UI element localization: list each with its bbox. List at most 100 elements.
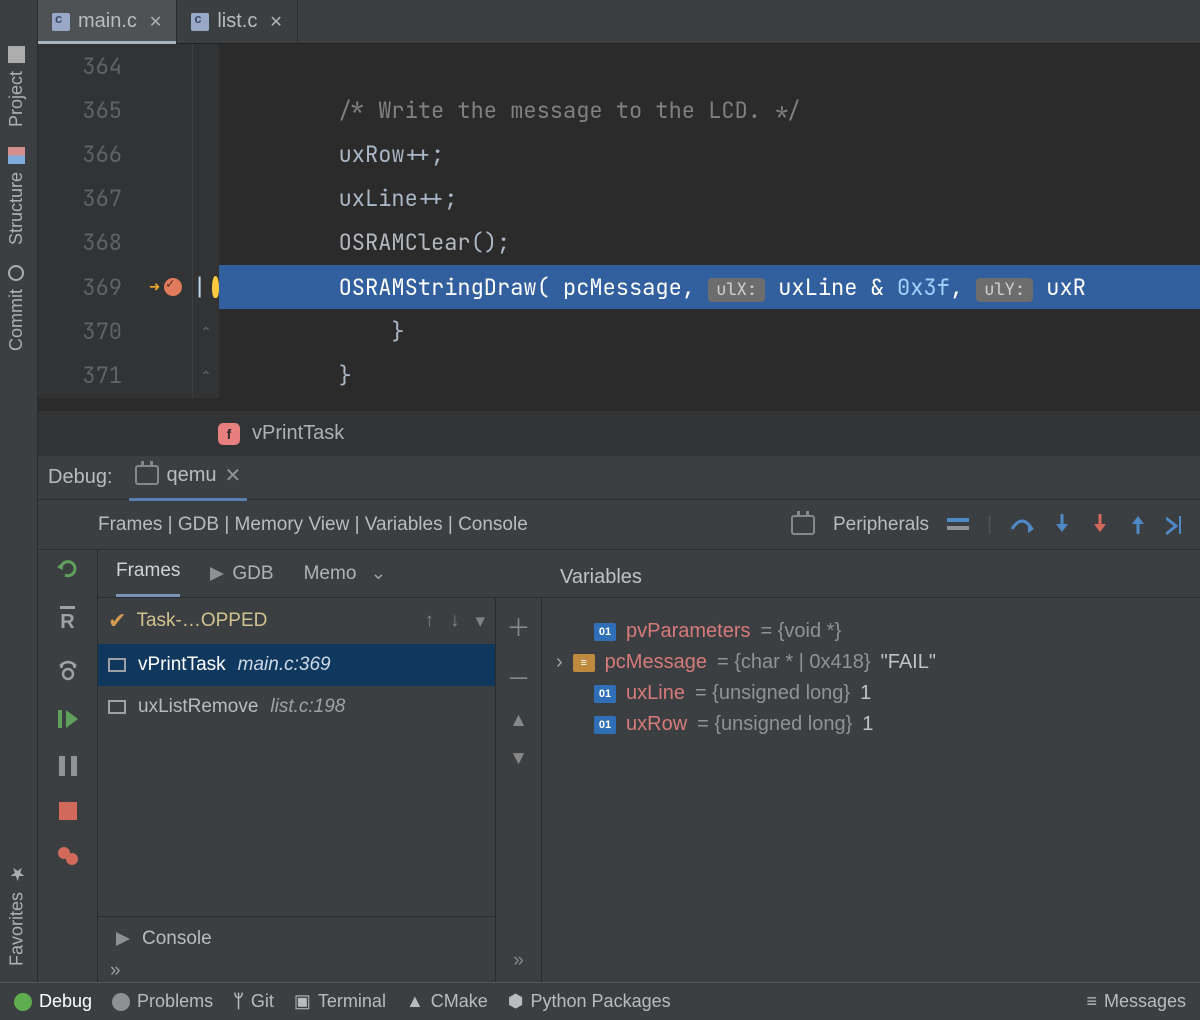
statusbar-python-packages[interactable]: ⬢Python Packages: [508, 991, 671, 1012]
code-line[interactable]: 366 uxRow++;: [38, 132, 1200, 176]
debug-actions-bar: R: [38, 550, 98, 982]
statusbar-problems[interactable]: Problems: [112, 991, 213, 1012]
code-line[interactable]: 370⌃ }: [38, 309, 1200, 353]
chevron-right-icon[interactable]: ›: [556, 651, 563, 674]
expand-icon[interactable]: »: [98, 960, 495, 982]
step-into-icon[interactable]: [1052, 514, 1072, 536]
toolwindow-favorites[interactable]: Favorites★: [0, 853, 34, 976]
c-file-icon: [191, 13, 209, 31]
console-collapsed[interactable]: Console: [98, 916, 495, 960]
force-step-into-icon[interactable]: [1090, 514, 1110, 536]
tab-frames[interactable]: Frames: [116, 560, 180, 597]
layout-labels[interactable]: Frames | GDB | Memory View | Variables |…: [98, 514, 528, 536]
tab-main-c[interactable]: main.c ✕: [38, 0, 177, 44]
code-line[interactable]: 364: [38, 44, 1200, 88]
commit-icon: [9, 265, 25, 281]
statusbar-debug[interactable]: Debug: [14, 991, 92, 1012]
prev-frame-icon[interactable]: ↑: [424, 610, 434, 633]
toolwindow-project[interactable]: Project: [0, 36, 33, 137]
run-to-cursor-icon[interactable]: [1166, 514, 1188, 536]
cmake-icon: ▲: [406, 991, 424, 1012]
statusbar-terminal[interactable]: ▣Terminal: [294, 991, 386, 1012]
messages-icon: ≡: [1086, 991, 1097, 1012]
debug-header: Debug: qemu ✕: [38, 456, 1200, 500]
fold-end-icon[interactable]: ⌃: [202, 366, 210, 384]
breadcrumb[interactable]: f vPrintTask: [38, 410, 1200, 456]
variable-row[interactable]: 01 pvParameters = {void *}: [556, 616, 1186, 647]
remove-watch-icon[interactable]: －: [507, 659, 531, 694]
left-toolwindow-strip: Project Structure Commit Favorites★ »: [0, 0, 38, 1020]
inlay-hint: ulX:: [708, 278, 765, 302]
stack-frame[interactable]: vPrintTask main.c:369: [98, 644, 495, 686]
frames-pane: ✔ Task-…OPPED ↑ ↓ ▾ vPrintTask main.c:36…: [98, 598, 496, 982]
stack-frame[interactable]: uxListRemove list.c:198: [98, 686, 495, 728]
run-config-tab[interactable]: qemu ✕: [129, 455, 248, 501]
resume-icon[interactable]: [58, 708, 78, 730]
expand-icon[interactable]: »: [513, 950, 524, 972]
stop-icon[interactable]: [59, 802, 77, 820]
step-out-icon[interactable]: [1128, 514, 1148, 536]
frame-icon: [108, 700, 126, 714]
debug-title: Debug:: [48, 466, 113, 489]
up-icon[interactable]: ▲: [509, 710, 528, 732]
variables-gutter: ＋ － ▲ ▼ »: [496, 598, 542, 982]
view-breakpoints-icon[interactable]: [57, 846, 79, 866]
variable-row[interactable]: 01 uxRow = {unsigned long} 1: [556, 709, 1186, 740]
function-badge-icon: f: [218, 423, 240, 445]
toolwindow-commit[interactable]: Commit: [0, 255, 33, 361]
terminal-icon: ▣: [294, 991, 311, 1012]
code-line[interactable]: 368 OSRAMClear();: [38, 221, 1200, 265]
code-line[interactable]: 371⌃ }: [38, 353, 1200, 397]
status-bar: Debug Problems ᛘGit ▣Terminal ▲CMake ⬢Python …: [0, 982, 1200, 1020]
layout-settings-icon[interactable]: [947, 516, 969, 534]
close-icon[interactable]: ✕: [225, 463, 242, 488]
execution-pointer-icon: ➜: [149, 276, 160, 299]
tab-label: list.c: [217, 10, 257, 33]
code-line[interactable]: 365 /* Write the message to the LCD. */: [38, 88, 1200, 132]
folder-icon: [8, 46, 25, 63]
tab-gdb[interactable]: GDB: [210, 563, 273, 597]
variable-row[interactable]: 01 uxLine = {unsigned long} 1: [556, 678, 1186, 709]
code-line[interactable]: 369➜| OSRAMStringDraw( pcMessage, ulX: u…: [38, 265, 1200, 309]
statusbar-git[interactable]: ᛘGit: [233, 991, 274, 1012]
next-frame-icon[interactable]: ↓: [450, 610, 460, 633]
tab-list-c[interactable]: list.c ✕: [177, 0, 297, 44]
editor-tabbar: main.c ✕ list.c ✕: [38, 0, 1200, 44]
restart-frame-icon[interactable]: R: [60, 606, 74, 634]
settings-icon[interactable]: [57, 660, 79, 682]
rerun-icon[interactable]: [57, 558, 79, 580]
code-line[interactable]: 367 uxLine++;: [38, 177, 1200, 221]
breakpoint-icon[interactable]: [164, 278, 182, 296]
chip-icon: [135, 465, 159, 485]
fold-end-icon[interactable]: ⌃: [202, 322, 210, 340]
chip-icon: [791, 515, 815, 535]
debug-toolwindow: Debug: qemu ✕ Frames | GDB | Memory View…: [38, 456, 1200, 982]
statusbar-cmake[interactable]: ▲CMake: [406, 991, 488, 1012]
pause-icon[interactable]: [59, 756, 77, 776]
star-icon: ★: [6, 863, 28, 884]
tab-memory[interactable]: Memo⌄: [304, 562, 387, 597]
branch-icon: ᛘ: [233, 991, 244, 1012]
chevron-down-icon: ⌄: [370, 562, 386, 585]
step-over-icon[interactable]: [1010, 515, 1034, 535]
c-file-icon: [52, 13, 70, 31]
debugger-layout-bar: Frames | GDB | Memory View | Variables |…: [38, 500, 1200, 550]
primitive-badge-icon: 01: [594, 716, 616, 734]
down-icon[interactable]: ▼: [509, 748, 528, 770]
variable-row[interactable]: ›≡ pcMessage = {char * | 0x418} "FAIL": [556, 647, 1186, 678]
peripherals-button[interactable]: Peripherals: [833, 514, 929, 536]
play-icon: [210, 567, 224, 581]
close-icon[interactable]: ✕: [149, 12, 162, 32]
close-icon[interactable]: ✕: [269, 12, 282, 32]
primitive-badge-icon: 01: [594, 623, 616, 641]
packages-icon: ⬢: [508, 991, 524, 1012]
frame-icon: [108, 658, 126, 672]
add-watch-icon[interactable]: ＋: [507, 608, 531, 643]
inlay-hint: ulY:: [976, 278, 1033, 302]
chevron-down-icon[interactable]: ▾: [475, 610, 485, 633]
code-editor[interactable]: 364 365 /* Write the message to the LCD.…: [38, 44, 1200, 456]
thread-selector[interactable]: ✔ Task-…OPPED ↑ ↓ ▾: [98, 598, 495, 644]
statusbar-messages[interactable]: ≡Messages: [1086, 991, 1186, 1012]
intention-bulb-icon[interactable]: [212, 276, 219, 298]
toolwindow-structure[interactable]: Structure: [0, 137, 33, 255]
